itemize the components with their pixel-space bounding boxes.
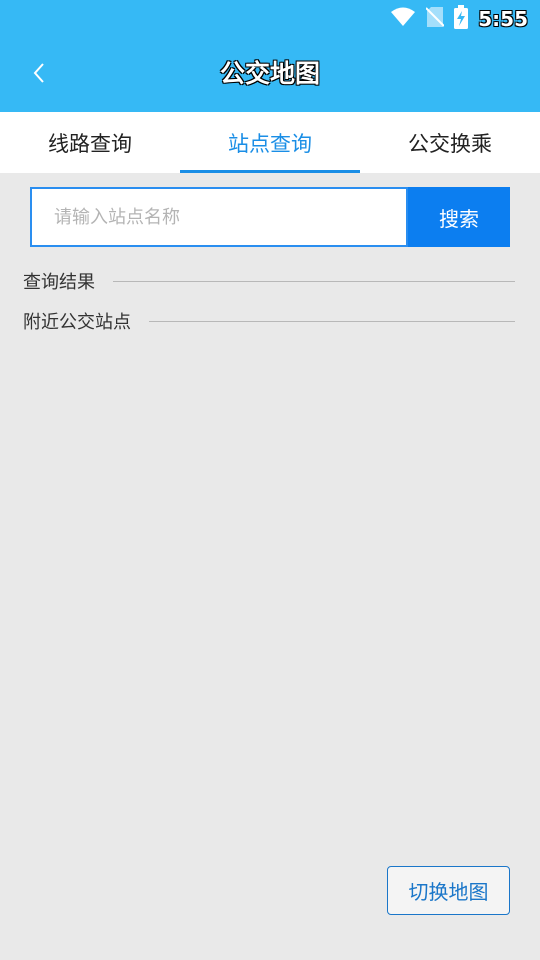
status-time: 5:55 bbox=[478, 7, 528, 31]
tab-bar: 线路查询 站点查询 公交换乘 bbox=[0, 112, 540, 173]
tab-route-query[interactable]: 线路查询 bbox=[0, 112, 180, 173]
tab-station-query[interactable]: 站点查询 bbox=[180, 112, 360, 173]
results-divider bbox=[113, 280, 515, 282]
battery-charging-icon bbox=[454, 5, 469, 33]
nearby-label: 附近公交站点 bbox=[23, 312, 131, 333]
search-button[interactable]: 搜索 bbox=[408, 187, 510, 247]
no-sim-icon bbox=[425, 6, 445, 32]
nearby-section: 附近公交站点 bbox=[23, 308, 515, 334]
switch-map-button[interactable]: 切换地图 bbox=[387, 866, 510, 915]
results-label: 查询结果 bbox=[23, 272, 95, 293]
tab-transfer[interactable]: 公交换乘 bbox=[360, 112, 540, 173]
station-search-input[interactable] bbox=[30, 187, 408, 247]
wifi-icon bbox=[390, 7, 416, 31]
status-icons: 5:55 bbox=[390, 5, 528, 33]
status-bar: 5:55 bbox=[0, 0, 540, 38]
search-bar: 搜索 bbox=[30, 187, 510, 247]
nearby-divider bbox=[149, 320, 515, 322]
app-header: 5:55 公交地图 bbox=[0, 0, 540, 112]
results-section: 查询结果 bbox=[23, 268, 515, 294]
page-title: 公交地图 bbox=[219, 59, 320, 88]
